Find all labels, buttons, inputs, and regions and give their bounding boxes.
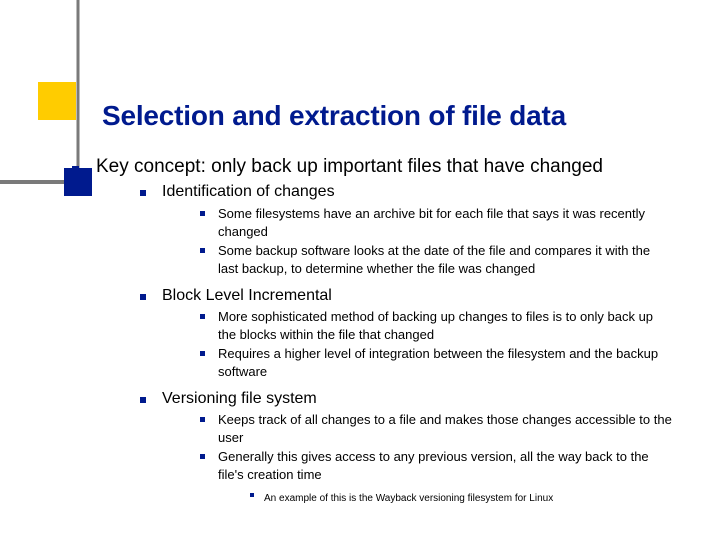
bullet-level3: More sophisticated method of backing up … xyxy=(200,308,672,344)
square-bullet-icon xyxy=(140,190,146,196)
slide-title: Selection and extraction of file data xyxy=(102,100,566,132)
bullet-level3: Requires a higher level of integration b… xyxy=(200,345,672,381)
slide-body: Key concept: only back up important file… xyxy=(72,156,672,520)
bullet-level2: Block Level Incremental More sophisticat… xyxy=(140,286,672,387)
square-bullet-icon xyxy=(72,166,79,173)
bullet-text: An example of this is the Wayback versio… xyxy=(264,493,553,504)
square-bullet-icon xyxy=(200,454,205,459)
bullet-level2: Versioning file system Keeps track of al… xyxy=(140,389,672,512)
bullet-level4: An example of this is the Wayback versio… xyxy=(250,488,672,506)
bullet-text: Requires a higher level of integration b… xyxy=(218,346,658,379)
slide: Selection and extraction of file data Ke… xyxy=(0,0,720,540)
bullet-level3: Generally this gives access to any previ… xyxy=(200,448,672,506)
bullet-text: More sophisticated method of backing up … xyxy=(218,309,653,342)
square-bullet-icon xyxy=(250,493,254,497)
square-bullet-icon xyxy=(140,397,146,403)
bullet-text: Some backup software looks at the date o… xyxy=(218,243,650,276)
bullet-text: Identification of changes xyxy=(162,183,335,200)
bullet-level2: Identification of changes Some filesyste… xyxy=(140,182,672,283)
bullet-level3: Keeps track of all changes to a file and… xyxy=(200,411,672,447)
square-bullet-icon xyxy=(200,351,205,356)
square-bullet-icon xyxy=(140,294,146,300)
square-bullet-icon xyxy=(200,248,205,253)
bullet-text: Versioning file system xyxy=(162,390,317,407)
bullet-text: Some filesystems have an archive bit for… xyxy=(218,206,645,239)
square-bullet-icon xyxy=(200,314,205,319)
bullet-level3: Some backup software looks at the date o… xyxy=(200,242,672,278)
bullet-level1: Key concept: only back up important file… xyxy=(72,156,672,514)
bullet-text: Key concept: only back up important file… xyxy=(96,156,603,177)
bullet-text: Keeps track of all changes to a file and… xyxy=(218,412,672,445)
bullet-text: Block Level Incremental xyxy=(162,287,332,304)
square-bullet-icon xyxy=(200,211,205,216)
bullet-text: Generally this gives access to any previ… xyxy=(218,449,649,482)
bullet-level3: Some filesystems have an archive bit for… xyxy=(200,205,672,241)
square-bullet-icon xyxy=(200,417,205,422)
